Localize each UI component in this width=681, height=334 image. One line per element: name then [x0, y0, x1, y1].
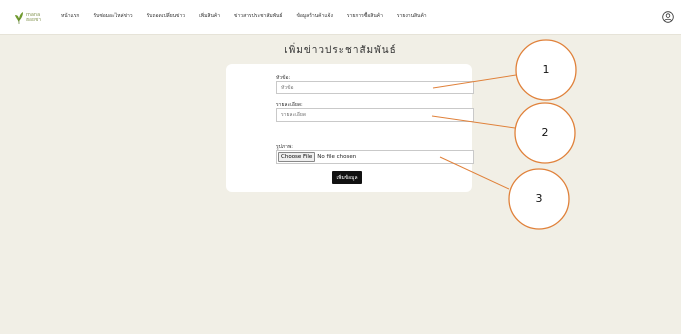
annotation-line-3 — [439, 156, 510, 190]
annotation-number-1: 1 — [542, 63, 550, 76]
annotation-number-2: 2 — [541, 126, 549, 139]
annotation-number-3: 3 — [535, 192, 543, 205]
annotation-layer — [431, 39, 577, 230]
annotation-line-2 — [431, 115, 516, 129]
annotation-line-1 — [432, 74, 517, 89]
